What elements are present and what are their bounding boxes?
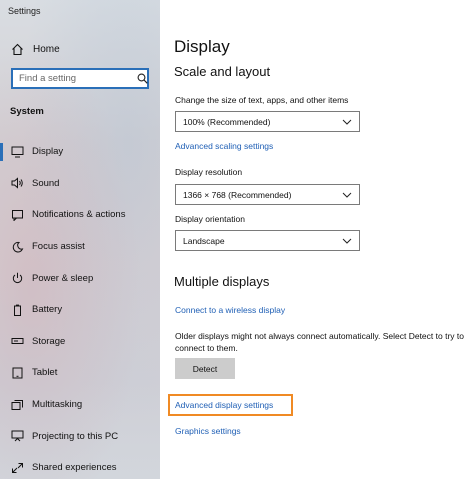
shared-icon: [10, 461, 24, 475]
scale-layout-heading: Scale and layout: [174, 64, 271, 79]
detect-button[interactable]: Detect: [175, 358, 235, 379]
sidebar-item-projecting[interactable]: Projecting to this PC: [0, 420, 160, 452]
multitasking-icon: [10, 398, 24, 412]
sidebar: Settings Home System Display Sound Notif…: [0, 0, 160, 479]
sidebar-item-label: Shared experiences: [32, 462, 117, 474]
search-box[interactable]: [11, 68, 149, 89]
storage-icon: [10, 334, 24, 348]
chevron-down-icon: [342, 117, 352, 127]
sidebar-item-label: Tablet: [32, 367, 58, 379]
sidebar-nav: Display Sound Notifications & actions Fo…: [0, 136, 160, 479]
notification-icon: [10, 208, 24, 222]
moon-icon: [10, 240, 24, 254]
resolution-dropdown[interactable]: 1366 × 768 (Recommended): [175, 184, 360, 205]
monitor-icon: [10, 145, 24, 159]
sidebar-item-notifications[interactable]: Notifications & actions: [0, 199, 160, 231]
sidebar-item-tablet[interactable]: Tablet: [0, 357, 160, 389]
sidebar-item-label: Display: [32, 146, 64, 158]
page-title: Display: [174, 37, 230, 56]
sidebar-item-label: Notifications & actions: [32, 209, 126, 221]
sidebar-item-battery[interactable]: Battery: [0, 294, 160, 326]
sidebar-item-label: Power & sleep: [32, 272, 94, 284]
search-icon[interactable]: [137, 73, 148, 85]
sidebar-item-focus-assist[interactable]: Focus assist: [0, 231, 160, 263]
sidebar-item-display[interactable]: Display: [0, 136, 160, 168]
home-nav-item[interactable]: Home: [10, 41, 60, 57]
connect-wireless-display-link[interactable]: Connect to a wireless display: [175, 305, 285, 315]
sidebar-item-label: Battery: [32, 304, 63, 316]
scale-label: Change the size of text, apps, and other…: [175, 95, 349, 105]
sidebar-item-storage[interactable]: Storage: [0, 326, 160, 358]
advanced-display-settings-link[interactable]: Advanced display settings: [175, 400, 273, 410]
battery-icon: [10, 303, 24, 317]
projecting-icon: [10, 429, 24, 443]
resolution-label: Display resolution: [175, 167, 243, 177]
search-input[interactable]: [19, 73, 137, 84]
sidebar-item-label: Projecting to this PC: [32, 430, 119, 442]
sidebar-item-multitasking[interactable]: Multitasking: [0, 389, 160, 421]
sidebar-item-label: Sound: [32, 177, 60, 189]
home-label: Home: [33, 43, 60, 55]
sidebar-item-label: Focus assist: [32, 241, 85, 253]
main-content: Display Scale and layout Change the size…: [160, 0, 474, 479]
tablet-icon: [10, 366, 24, 380]
resolution-dropdown-value: 1366 × 768 (Recommended): [183, 189, 292, 200]
chevron-down-icon: [342, 190, 352, 200]
section-label-system: System: [10, 106, 44, 117]
sidebar-item-label: Storage: [32, 335, 66, 347]
advanced-scaling-link[interactable]: Advanced scaling settings: [175, 141, 273, 151]
detect-description: Older displays might not always connect …: [175, 331, 464, 353]
home-icon: [10, 43, 24, 56]
sidebar-item-sound[interactable]: Sound: [0, 168, 160, 200]
orientation-label: Display orientation: [175, 214, 245, 224]
sidebar-item-label: Multitasking: [32, 399, 83, 411]
sidebar-item-shared-experiences[interactable]: Shared experiences: [0, 452, 160, 479]
orientation-dropdown-value: Landscape: [183, 235, 225, 246]
scale-dropdown[interactable]: 100% (Recommended): [175, 111, 360, 132]
speaker-icon: [10, 176, 24, 190]
power-icon: [10, 271, 24, 285]
chevron-down-icon: [342, 236, 352, 246]
orientation-dropdown[interactable]: Landscape: [175, 230, 360, 251]
window-title: Settings: [8, 6, 41, 16]
sidebar-item-power-sleep[interactable]: Power & sleep: [0, 262, 160, 294]
graphics-settings-link[interactable]: Graphics settings: [175, 426, 241, 436]
multiple-displays-heading: Multiple displays: [174, 274, 270, 289]
scale-dropdown-value: 100% (Recommended): [183, 116, 271, 127]
